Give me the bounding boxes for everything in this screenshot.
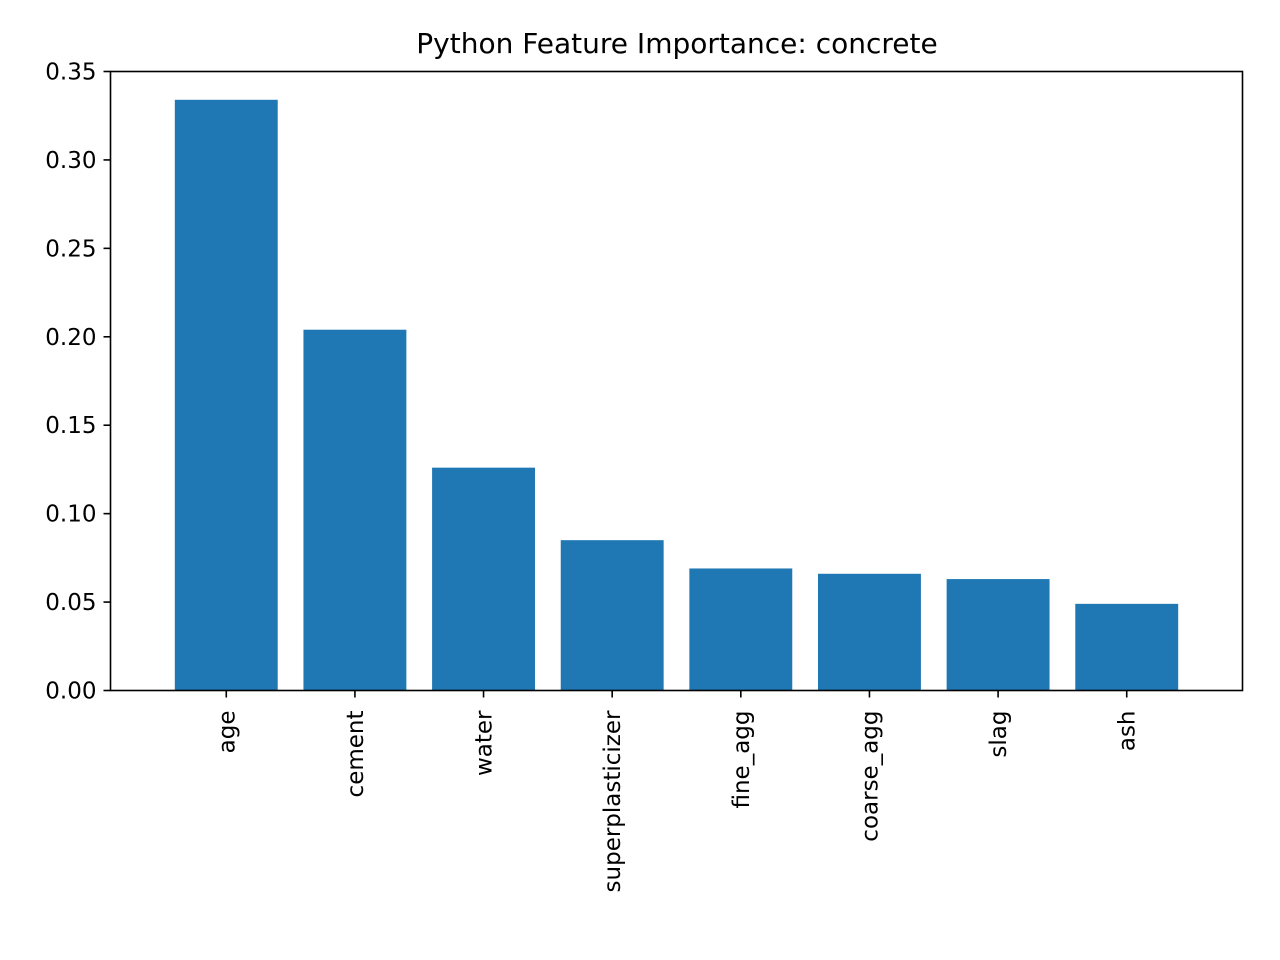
x-tick-label-age: age	[214, 711, 240, 754]
x-tick-label-coarse_agg: coarse_agg	[857, 711, 883, 842]
chart-title: Python Feature Importance: concrete	[416, 27, 937, 60]
bar-chart: Python Feature Importance: concrete 0.00…	[45, 27, 1244, 893]
y-tick-label: 0.15	[45, 413, 96, 439]
x-tick-label-superplasticizer: superplasticizer	[600, 710, 626, 893]
plot-frame	[109, 70, 1244, 692]
x-tick-label-fine_agg: fine_agg	[729, 711, 755, 809]
y-axis: 0.00 0.05 0.10 0.15 0.20 0.25 0.30 0.35	[45, 60, 111, 705]
y-tick-label: 0.30	[45, 148, 96, 174]
y-tick-label: 0.10	[45, 502, 96, 528]
y-tick-label: 0.35	[45, 60, 96, 86]
y-tick-label: 0.25	[45, 236, 96, 262]
bar-ash	[1075, 603, 1179, 691]
x-tick-label-ash: ash	[1115, 711, 1141, 752]
bar-cement	[303, 329, 407, 691]
bar-fine_agg	[689, 568, 793, 691]
bar-slag	[946, 579, 1050, 691]
chart-container: Python Feature Importance: concrete 0.00…	[0, 0, 1280, 960]
x-tick-label-slag: slag	[986, 711, 1012, 758]
y-tick-label: 0.00	[45, 679, 96, 705]
bar-water	[432, 467, 535, 691]
bar-age	[174, 99, 278, 691]
x-tick-label-water: water	[472, 710, 498, 776]
bars-layer	[174, 99, 1179, 691]
bar-superplasticizer	[560, 540, 664, 691]
y-tick-label: 0.20	[45, 325, 96, 351]
x-axis: age cement water superplasticizer fine_agg co…	[214, 690, 1141, 893]
y-tick-label: 0.05	[45, 590, 96, 616]
x-tick-label-cement: cement	[343, 711, 369, 798]
bar-coarse_agg	[818, 573, 921, 691]
